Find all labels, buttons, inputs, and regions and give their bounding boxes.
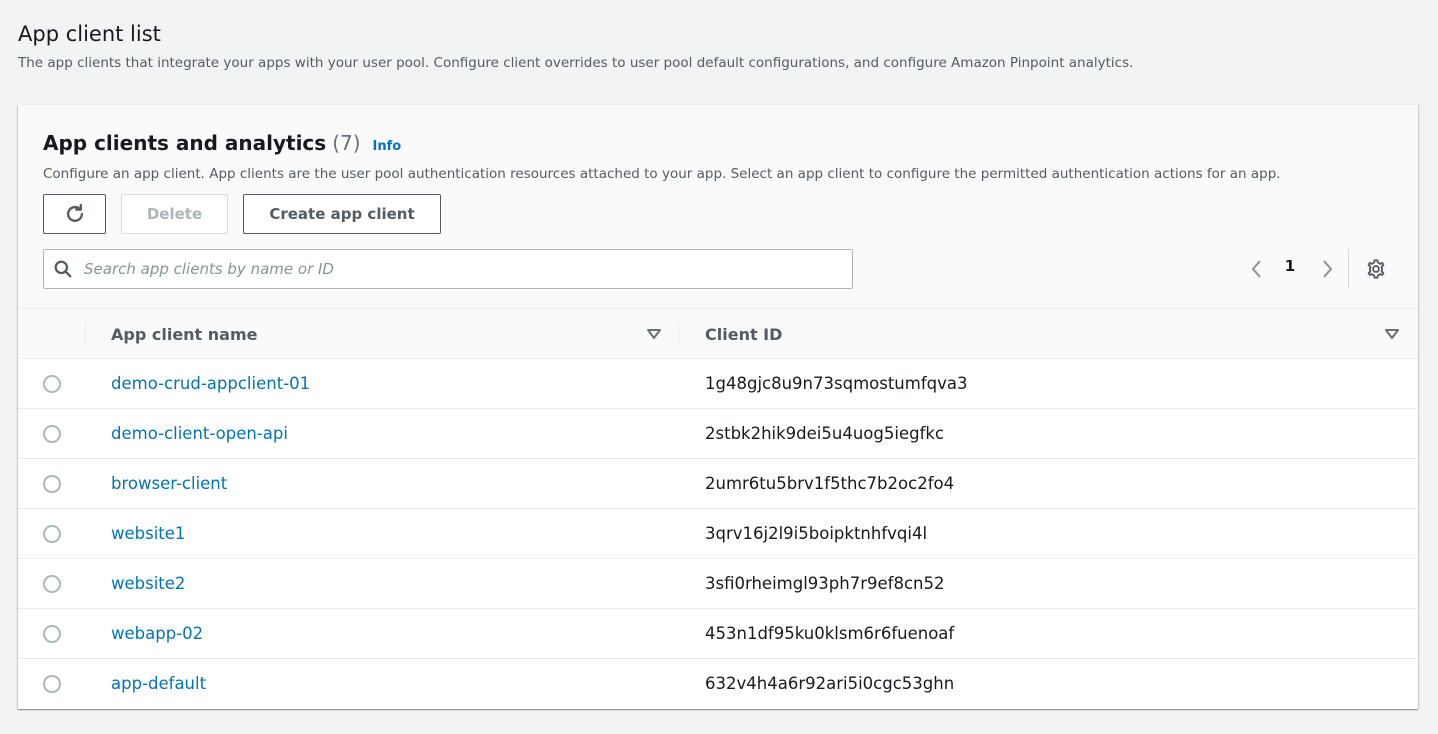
refresh-button[interactable] [43, 194, 106, 234]
column-header-app-client-name[interactable]: App client name [111, 309, 257, 359]
sort-caret-icon[interactable] [1384, 326, 1400, 342]
table-row: demo-crud-appclient-01 1g48gjc8u9n73sqmo… [18, 359, 1418, 409]
info-link[interactable]: Info [373, 139, 402, 154]
delete-button[interactable]: Delete [121, 194, 228, 234]
table-row: webapp-02 453n1df95ku0klsm6r6fuenoaf [18, 609, 1418, 659]
table-header: App client name Client ID [18, 309, 1418, 359]
app-client-name-link[interactable]: website2 [111, 559, 185, 609]
table-row: website1 3qrv16j2l9i5boipktnhfvqi4l [18, 509, 1418, 559]
gear-icon [1367, 259, 1385, 279]
app-clients-container: App clients and analytics (7) Info Confi… [18, 104, 1418, 709]
app-client-name-link[interactable]: demo-client-open-api [111, 409, 288, 459]
next-page-button[interactable] [1315, 255, 1339, 283]
app-client-count: (7) [332, 131, 361, 155]
row-select-radio[interactable] [43, 525, 61, 543]
client-id: 2stbk2hik9dei5u4uog5iegfkc [705, 424, 945, 443]
client-id: 2umr6tu5brv1f5thc7b2oc2fo4 [705, 474, 955, 493]
client-id: 632v4h4a6r92ari5i0cgc53ghn [705, 674, 955, 693]
row-select-radio[interactable] [43, 575, 61, 593]
table-row: app-default 632v4h4a6r92ari5i0cgc53ghn [18, 659, 1418, 709]
previous-page-button[interactable] [1245, 255, 1269, 283]
chevron-right-icon [1323, 260, 1333, 278]
row-select-radio[interactable] [43, 375, 61, 393]
container-description: Configure an app client. App clients are… [43, 166, 1281, 182]
current-page-number[interactable]: 1 [1279, 257, 1301, 275]
client-id: 453n1df95ku0klsm6r6fuenoaf [705, 624, 955, 643]
row-select-radio[interactable] [43, 625, 61, 643]
page-title: App client list [18, 22, 161, 46]
sort-caret-icon[interactable] [646, 326, 662, 342]
app-client-name-link[interactable]: website1 [111, 509, 185, 559]
container-heading: App clients and analytics (7) Info [43, 131, 401, 155]
page-description: The app clients that integrate your apps… [18, 55, 1134, 71]
row-select-radio[interactable] [43, 425, 61, 443]
table-row: website2 3sfi0rheimgl93ph7r9ef8cn52 [18, 559, 1418, 609]
container-header: App clients and analytics (7) Info Confi… [18, 105, 1418, 309]
app-client-name-link[interactable]: browser-client [111, 459, 227, 509]
preferences-button[interactable] [1363, 256, 1389, 282]
row-select-radio[interactable] [43, 475, 61, 493]
column-divider [85, 322, 86, 346]
table-row: browser-client 2umr6tu5brv1f5thc7b2oc2fo… [18, 459, 1418, 509]
table-row: demo-client-open-api 2stbk2hik9dei5u4uog… [18, 409, 1418, 459]
row-select-radio[interactable] [43, 675, 61, 693]
search-icon [54, 259, 74, 279]
app-client-name-link[interactable]: app-default [111, 659, 206, 709]
chevron-left-icon [1251, 260, 1261, 278]
client-id: 3sfi0rheimgl93ph7r9ef8cn52 [705, 574, 945, 593]
container-title: App clients and analytics [43, 131, 327, 155]
pagination-divider [1348, 249, 1349, 289]
client-id: 1g48gjc8u9n73sqmostumfqva3 [705, 374, 968, 393]
column-divider [678, 322, 679, 346]
app-client-name-link[interactable]: webapp-02 [111, 609, 203, 659]
create-app-client-button[interactable]: Create app client [243, 194, 441, 234]
column-header-client-id[interactable]: Client ID [705, 309, 782, 359]
search-box [43, 249, 853, 289]
client-id: 3qrv16j2l9i5boipktnhfvqi4l [705, 524, 928, 543]
refresh-icon [66, 203, 83, 222]
app-client-name-link[interactable]: demo-crud-appclient-01 [111, 359, 310, 409]
search-input[interactable] [84, 260, 824, 278]
